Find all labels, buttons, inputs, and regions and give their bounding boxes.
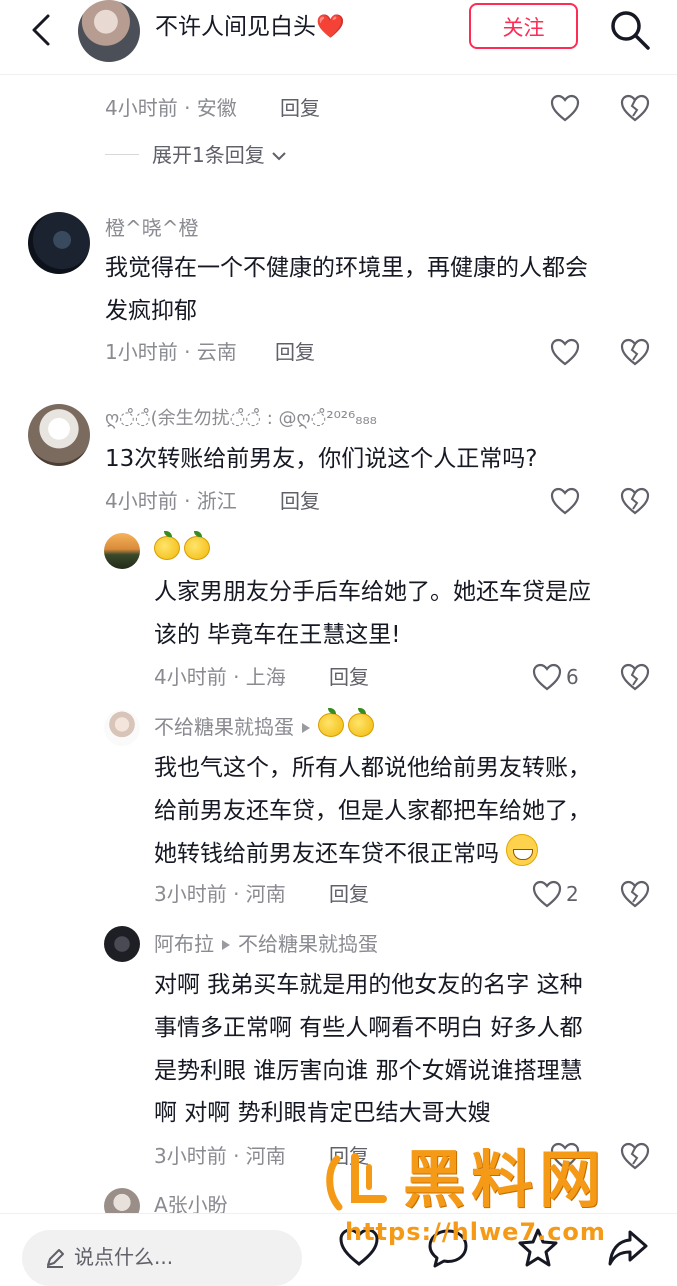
reply-arrow-icon [302, 723, 310, 733]
dislike-icon[interactable] [620, 487, 650, 515]
comment-text: 她转钱给前男友还车贷不很正常吗 [154, 841, 499, 867]
like-count: 2 [566, 882, 579, 906]
watermark-url: https://hlwe7.com [345, 1218, 606, 1246]
comment-text-line: 她转钱给前男友还车贷不很正常吗 [154, 833, 539, 876]
comment-time: 4小时前 · 安徽 [105, 96, 237, 120]
reply-button[interactable]: 回复 [280, 486, 320, 516]
comment-text-line: 13次转账给前男友，你们说这个人正常吗? [105, 446, 538, 472]
comment-text-line: 该的 毕竟车在王慧这里! [154, 622, 401, 648]
comment-input-placeholder: 说点什么... [74, 1245, 174, 1269]
comment-text-line: 对啊 我弟买车就是用的他女友的名字 这种 [154, 972, 583, 998]
watermark-text: 黑料网 [403, 1143, 608, 1216]
lemon-emoji-icon [348, 708, 374, 737]
replier-avatar[interactable] [104, 533, 140, 569]
commenter-name[interactable]: 橙^晓^橙 [105, 213, 199, 243]
dislike-icon[interactable] [620, 94, 650, 122]
heart-icon[interactable] [532, 880, 562, 908]
pen-icon [47, 1249, 64, 1268]
dislike-icon[interactable] [620, 663, 650, 691]
author-title: 不许人间见白头❤️ [155, 14, 345, 40]
reply-button[interactable]: 回复 [275, 337, 315, 367]
dislike-icon[interactable] [620, 338, 650, 366]
watermark-logo-icon [326, 1153, 387, 1211]
replier-avatar[interactable] [104, 710, 140, 746]
top-bar: 不许人间见白头❤️ 关注 [0, 0, 677, 75]
dislike-icon[interactable] [620, 880, 650, 908]
heart-icon[interactable] [550, 487, 580, 515]
comment-text-line: 事情多正常啊 有些人啊看不明白 好多人都 [154, 1015, 583, 1041]
replier-name-emoji[interactable] [154, 531, 214, 566]
expand-replies-link[interactable]: 展开1条回复 [152, 140, 287, 170]
comment-text-line: 发疯抑郁 [105, 298, 197, 324]
commenter-name[interactable]: ღ◌̊◌̊(余生勿扰◌̊◌̊ : @ღ◌̊²⁰²⁶₈₈₈ [105, 404, 377, 434]
like-count: 6 [566, 665, 579, 689]
reply-arrow-icon [222, 940, 230, 950]
reply-to-name: 不给糖果就捣蛋 [238, 932, 378, 956]
comment-text-line: 啊 对啊 势利眼肯定巴结大哥大嫂 [154, 1100, 491, 1126]
comment-text-line: 是势利眼 谁厉害向谁 那个女婿说谁搭理慧 [154, 1058, 583, 1084]
chevron-down-icon [272, 152, 286, 161]
expand-divider [105, 154, 139, 155]
comment-text-line: 人家男朋友分手后车给她了。她还车贷是应 [154, 579, 591, 605]
comment-time: 1小时前 · 云南 [105, 340, 237, 364]
replier-name-line[interactable]: 阿布拉 不给糖果就捣蛋 [154, 929, 378, 959]
comment-text-line: 给前男友还车贷，但是人家都把车给她了， [154, 798, 591, 824]
reply-button[interactable]: 回复 [329, 879, 369, 909]
comment-time: 3小时前 · 河南 [154, 1144, 286, 1168]
comment-text-line: 我觉得在一个不健康的环境里，再健康的人都会 [105, 255, 588, 281]
heart-icon[interactable] [532, 663, 562, 691]
replier-name: 不给糖果就捣蛋 [154, 715, 294, 739]
author-avatar[interactable] [78, 0, 140, 62]
grin-sweat-emoji-icon [506, 834, 539, 866]
comment-text-line: 我也气这个，所有人都说他给前男友转账， [154, 755, 591, 781]
heart-icon[interactable] [550, 338, 580, 366]
reply-button[interactable]: 回复 [280, 93, 320, 123]
lemon-emoji-icon [318, 708, 344, 737]
back-arrow-icon[interactable] [24, 10, 58, 50]
lemon-emoji-icon [154, 531, 180, 560]
replier-name: 阿布拉 [154, 932, 214, 956]
replier-name-line[interactable]: 不给糖果就捣蛋 [154, 708, 378, 742]
commenter-avatar[interactable] [28, 404, 90, 466]
replier-avatar[interactable] [104, 926, 140, 962]
comment-time: 4小时前 · 浙江 [105, 489, 237, 513]
expand-replies-label: 展开1条回复 [152, 143, 265, 167]
comment-time: 3小时前 · 河南 [154, 882, 286, 906]
lemon-emoji-icon [184, 531, 210, 560]
commenter-avatar[interactable] [28, 212, 90, 274]
comment-input[interactable]: 说点什么... [22, 1230, 302, 1286]
watermark: 黑料网 https://hlwe7.com [325, 1143, 665, 1253]
heart-icon[interactable] [550, 94, 580, 122]
search-icon[interactable] [608, 8, 652, 52]
comment-time: 4小时前 · 上海 [154, 665, 286, 689]
follow-button[interactable]: 关注 [469, 3, 578, 49]
reply-button[interactable]: 回复 [329, 662, 369, 692]
